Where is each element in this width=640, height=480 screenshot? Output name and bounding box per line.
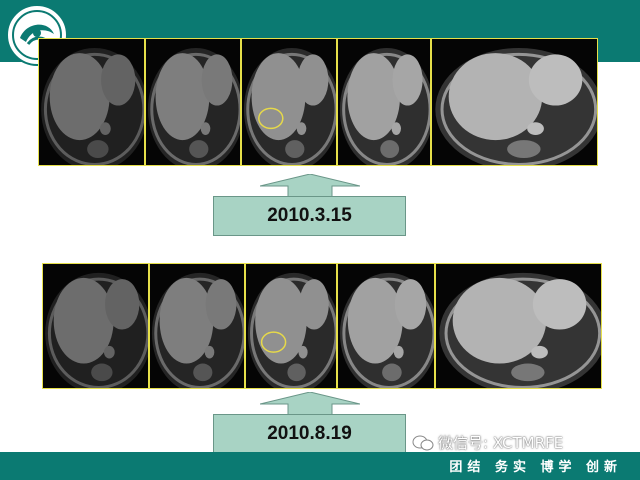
mri-panel: [435, 263, 602, 389]
mri-panel: [42, 263, 149, 389]
mri-panel: [38, 38, 145, 166]
wechat-icon: [412, 435, 434, 450]
mri-panel: [431, 38, 598, 166]
mri-panel: [337, 38, 431, 166]
date-label: 2010.8.19: [213, 414, 406, 454]
mri-panel: [241, 38, 337, 166]
mri-series-1: [38, 38, 598, 166]
mri-series-2: [42, 263, 602, 389]
date-label: 2010.3.15: [213, 196, 406, 236]
watermark-text: 微信号: XCTMRFE: [438, 434, 564, 452]
watermark: 微信号: XCTMRFE: [412, 432, 563, 453]
motto-text: 团结 务实 博学 创新: [449, 460, 622, 475]
mri-panel: [145, 38, 241, 166]
mri-panel: [337, 263, 435, 389]
mri-panel: [245, 263, 337, 389]
mri-panel: [149, 263, 245, 389]
